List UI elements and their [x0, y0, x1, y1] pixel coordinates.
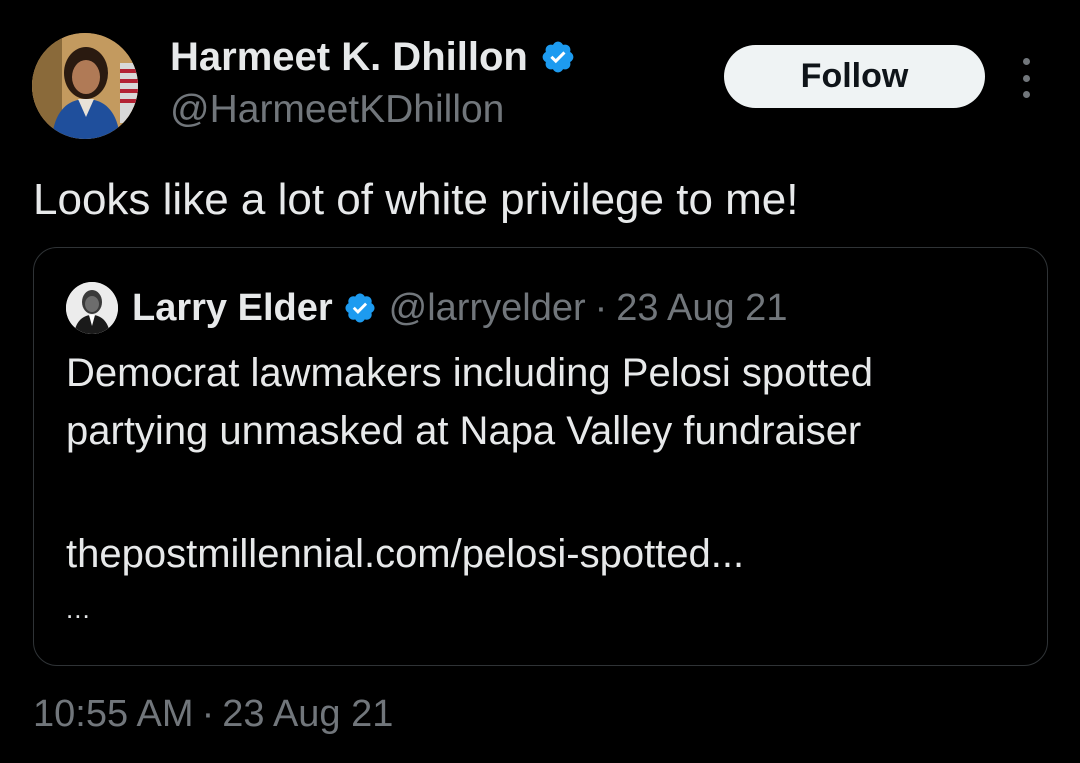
tweet: Harmeet K. Dhillon @HarmeetKDhillon Foll…	[0, 0, 1080, 763]
quoted-separator: ·	[594, 286, 608, 329]
quoted-body-line: Democrat lawmakers including Pelosi spot…	[66, 351, 874, 395]
more-dot	[1022, 91, 1030, 98]
more-dot	[1022, 74, 1030, 82]
timestamp-separator: ·	[201, 693, 215, 735]
follow-button[interactable]: Follow	[724, 45, 985, 108]
tweet-date: 23 Aug 21	[222, 693, 394, 735]
quoted-truncation: ...	[66, 594, 91, 624]
author-handle[interactable]: @HarmeetKDhillon	[170, 88, 504, 132]
verified-badge-icon	[343, 291, 377, 325]
more-dot	[1022, 58, 1030, 65]
quoted-tweet-body: Democrat lawmakers including Pelosi spot…	[66, 344, 873, 460]
tweet-timestamp[interactable]: 10:55 AM · 23 Aug 21	[33, 693, 393, 736]
author-name-row[interactable]: Harmeet K. Dhillon	[170, 34, 576, 80]
quoted-date[interactable]: 23 Aug 21	[616, 287, 787, 330]
tweet-time: 10:55 AM	[33, 693, 194, 735]
more-options-icon[interactable]	[1014, 58, 1038, 98]
quoted-tweet-card[interactable]: Larry Elder @larryelder · 23 Aug 21 Demo…	[33, 247, 1048, 666]
author-avatar[interactable]	[32, 33, 138, 139]
quoted-tweet-header: Larry Elder @larryelder · 23 Aug 21	[66, 282, 787, 334]
quoted-link[interactable]: thepostmillennial.com/pelosi-spotted...	[66, 525, 744, 583]
quoted-body-line: partying unmasked at Napa Valley fundrai…	[66, 409, 862, 453]
verified-badge-icon	[540, 39, 576, 75]
author-display-name[interactable]: Harmeet K. Dhillon	[170, 34, 528, 80]
author-avatar-image	[32, 33, 138, 139]
quoted-author-handle[interactable]: @larryelder	[389, 287, 586, 330]
quoted-author-avatar-image	[66, 282, 118, 334]
quoted-author-name[interactable]: Larry Elder	[132, 287, 333, 330]
tweet-text: Looks like a lot of white privilege to m…	[33, 175, 799, 224]
quoted-author-avatar[interactable]	[66, 282, 118, 334]
